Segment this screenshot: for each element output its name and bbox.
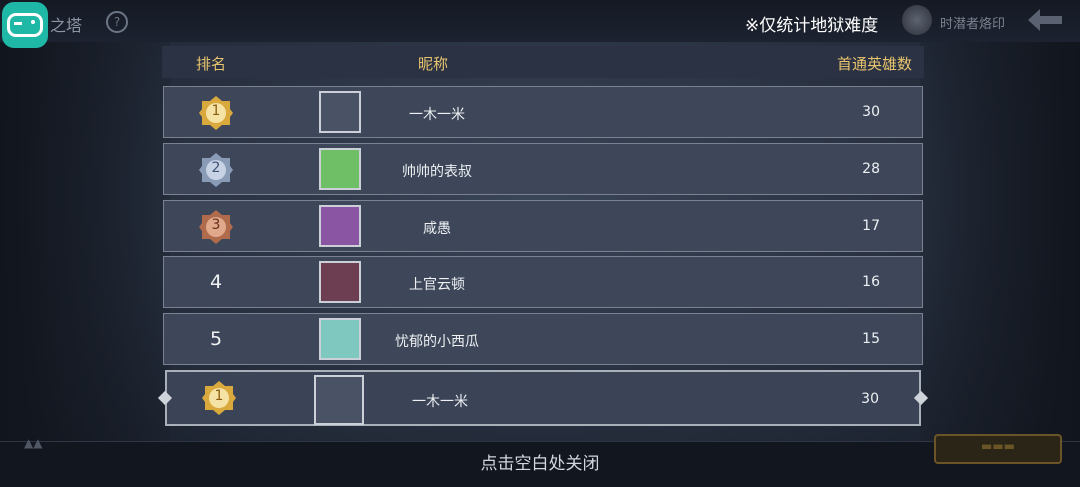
player-nickname: 一木一米 (409, 107, 465, 123)
player-nickname: 帅帅的表叔 (402, 164, 472, 180)
table-row[interactable]: 5 忧郁的小西瓜 15 (163, 313, 923, 365)
rank-number: 3 (211, 217, 221, 233)
rank-number: 5 (209, 328, 223, 350)
table-header: 排名 昵称 首通英雄数 (162, 46, 924, 78)
table-row[interactable]: 4 上官云顿 16 (163, 256, 923, 308)
back-arrow-icon[interactable] (1026, 7, 1064, 33)
crest-label: 时潜者烙印 (940, 17, 1006, 32)
player-nickname: 咸愚 (423, 221, 451, 237)
first-clear-hero-count: 17 (862, 218, 880, 234)
player-nickname: 上官云顿 (409, 277, 465, 293)
hell-difficulty-notice: ※仅统计地狱难度 (745, 16, 879, 36)
crest-icon (902, 5, 932, 35)
table-row[interactable]: 1 一木一米 30 (163, 86, 923, 138)
rank-number: 1 (211, 103, 221, 119)
table-row[interactable]: 3 咸愚 17 (163, 200, 923, 252)
first-clear-hero-count: 30 (861, 391, 879, 407)
player-nickname: 一木一米 (412, 394, 468, 410)
first-clear-hero-count: 28 (862, 161, 880, 177)
my-rank-row[interactable]: 1 一木一米 30 (165, 370, 921, 426)
header-nickname: 昵称 (418, 55, 449, 73)
help-icon[interactable]: ? (106, 11, 128, 33)
first-clear-hero-count: 15 (862, 331, 880, 347)
background-shade-right (920, 0, 1080, 486)
player-avatar[interactable] (314, 375, 364, 425)
player-avatar[interactable] (319, 91, 361, 133)
first-clear-hero-count: 16 (862, 274, 880, 290)
gamepad-logo-icon[interactable] (2, 2, 48, 48)
player-avatar[interactable] (319, 261, 361, 303)
header-rank: 排名 (196, 55, 227, 73)
player-avatar[interactable] (319, 148, 361, 190)
player-avatar[interactable] (319, 318, 361, 360)
rank-number: 2 (211, 160, 221, 176)
rank-number: 4 (209, 271, 223, 293)
tower-title: 之塔 (50, 16, 83, 35)
header-first-clear-heroes: 首通英雄数 (836, 55, 912, 73)
background-shade-left (0, 0, 170, 486)
rank-number: 1 (214, 388, 224, 404)
player-avatar[interactable] (319, 205, 361, 247)
close-hint[interactable]: 点击空白处关闭 (0, 449, 1080, 474)
first-clear-hero-count: 30 (862, 104, 880, 120)
player-nickname: 忧郁的小西瓜 (395, 334, 479, 350)
table-row[interactable]: 2 帅帅的表叔 28 (163, 143, 923, 195)
